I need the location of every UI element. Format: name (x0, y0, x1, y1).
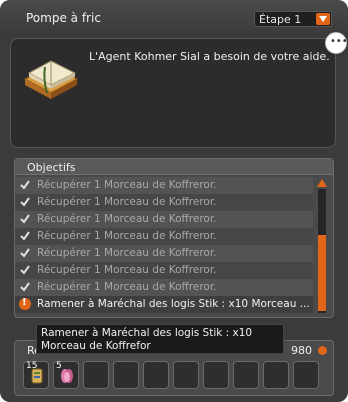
checkmark-icon (20, 265, 30, 275)
checkmark-icon (20, 282, 30, 292)
objectives-header: Objectifs (15, 159, 333, 175)
more-icon: ••• (330, 36, 348, 47)
reward-slot-empty (233, 361, 259, 389)
objective-row-completed: Récupérer 1 Morceau de Koffreror. (15, 177, 313, 194)
kamas-reward-value: 980 (291, 344, 312, 357)
scroll-up-arrow-icon[interactable] (317, 179, 327, 187)
checkmark-icon (20, 197, 30, 207)
objective-text: Récupérer 1 Morceau de Koffreror. (37, 196, 217, 208)
reward-slot-empty (293, 361, 319, 389)
reward-slot-empty (263, 361, 289, 389)
objective-row-completed: Récupérer 1 Morceau de Koffreror. (15, 194, 313, 211)
step-dropdown[interactable]: Étape 1 (254, 11, 332, 27)
quest-description-text: L'Agent Kohmer Sial a besoin de votre ai… (89, 50, 330, 63)
reward-slot-item[interactable]: 15 (23, 361, 49, 389)
objective-text: Ramener à Maréchal des logis Stik : x10 … (37, 298, 310, 310)
objective-row-completed: Récupérer 1 Morceau de Koffreror. (15, 228, 313, 245)
reward-slot-empty (143, 361, 169, 389)
objective-row-completed: Récupérer 1 Morceau de Koffreror. (15, 211, 313, 228)
checkmark-icon (20, 231, 30, 241)
exclamation-icon: ! (19, 297, 31, 310)
objectives-title: Objectifs (27, 161, 76, 174)
tooltip-text: Ramener à Maréchal des logis Stik : x10 … (41, 327, 253, 352)
item-quantity: 5 (56, 361, 62, 371)
item-quantity: 15 (26, 361, 38, 371)
scrollbar-thumb[interactable] (318, 235, 326, 311)
objectives-scrollbar[interactable] (315, 177, 329, 317)
quest-description-panel: L'Agent Kohmer Sial a besoin de votre ai… (10, 38, 336, 148)
objective-text: Récupérer 1 Morceau de Koffreror. (37, 179, 217, 191)
objective-text: Récupérer 1 Morceau de Koffreror. (37, 230, 217, 242)
chevron-down-icon[interactable] (316, 13, 330, 25)
objective-row-active[interactable]: ! Ramener à Maréchal des logis Stik : x1… (15, 296, 313, 313)
objective-tooltip: Ramener à Maréchal des logis Stik : x10 … (36, 324, 284, 354)
objective-text: Récupérer 1 Morceau de Koffreror. (37, 213, 217, 225)
quest-title: Pompe à fric (26, 11, 101, 25)
objective-row-completed: Récupérer 1 Morceau de Koffreror. (15, 262, 313, 279)
chat-bubble-button[interactable]: ••• (325, 32, 348, 54)
reward-slot-empty (203, 361, 229, 389)
title-bar: Pompe à fric Étape 1 (0, 0, 348, 36)
objective-text: Récupérer 1 Morceau de Koffreror. (37, 264, 217, 276)
quest-window: Pompe à fric Étape 1 L'Agent Kohmer Sial… (0, 0, 348, 402)
reward-slot-empty (83, 361, 109, 389)
objective-row-completed: Récupérer 1 Morceau de Koffreror. (15, 279, 313, 296)
checkmark-icon (20, 214, 30, 224)
kamas-icon (318, 346, 327, 355)
objective-row-completed: Récupérer 1 Morceau de Koffreror. (15, 245, 313, 262)
reward-slot-item[interactable]: 5 (53, 361, 79, 389)
book-icon (23, 60, 79, 99)
checkmark-icon (20, 180, 30, 190)
reward-slot-empty (113, 361, 139, 389)
objective-text: Récupérer 1 Morceau de Koffreror. (37, 247, 217, 259)
reward-slot-empty (173, 361, 199, 389)
objective-text: Récupérer 1 Morceau de Koffreror. (37, 281, 217, 293)
step-dropdown-value: Étape 1 (259, 13, 302, 26)
checkmark-icon (20, 248, 30, 258)
objectives-panel: Objectifs Récupérer 1 Morceau de Koffrer… (14, 158, 334, 318)
